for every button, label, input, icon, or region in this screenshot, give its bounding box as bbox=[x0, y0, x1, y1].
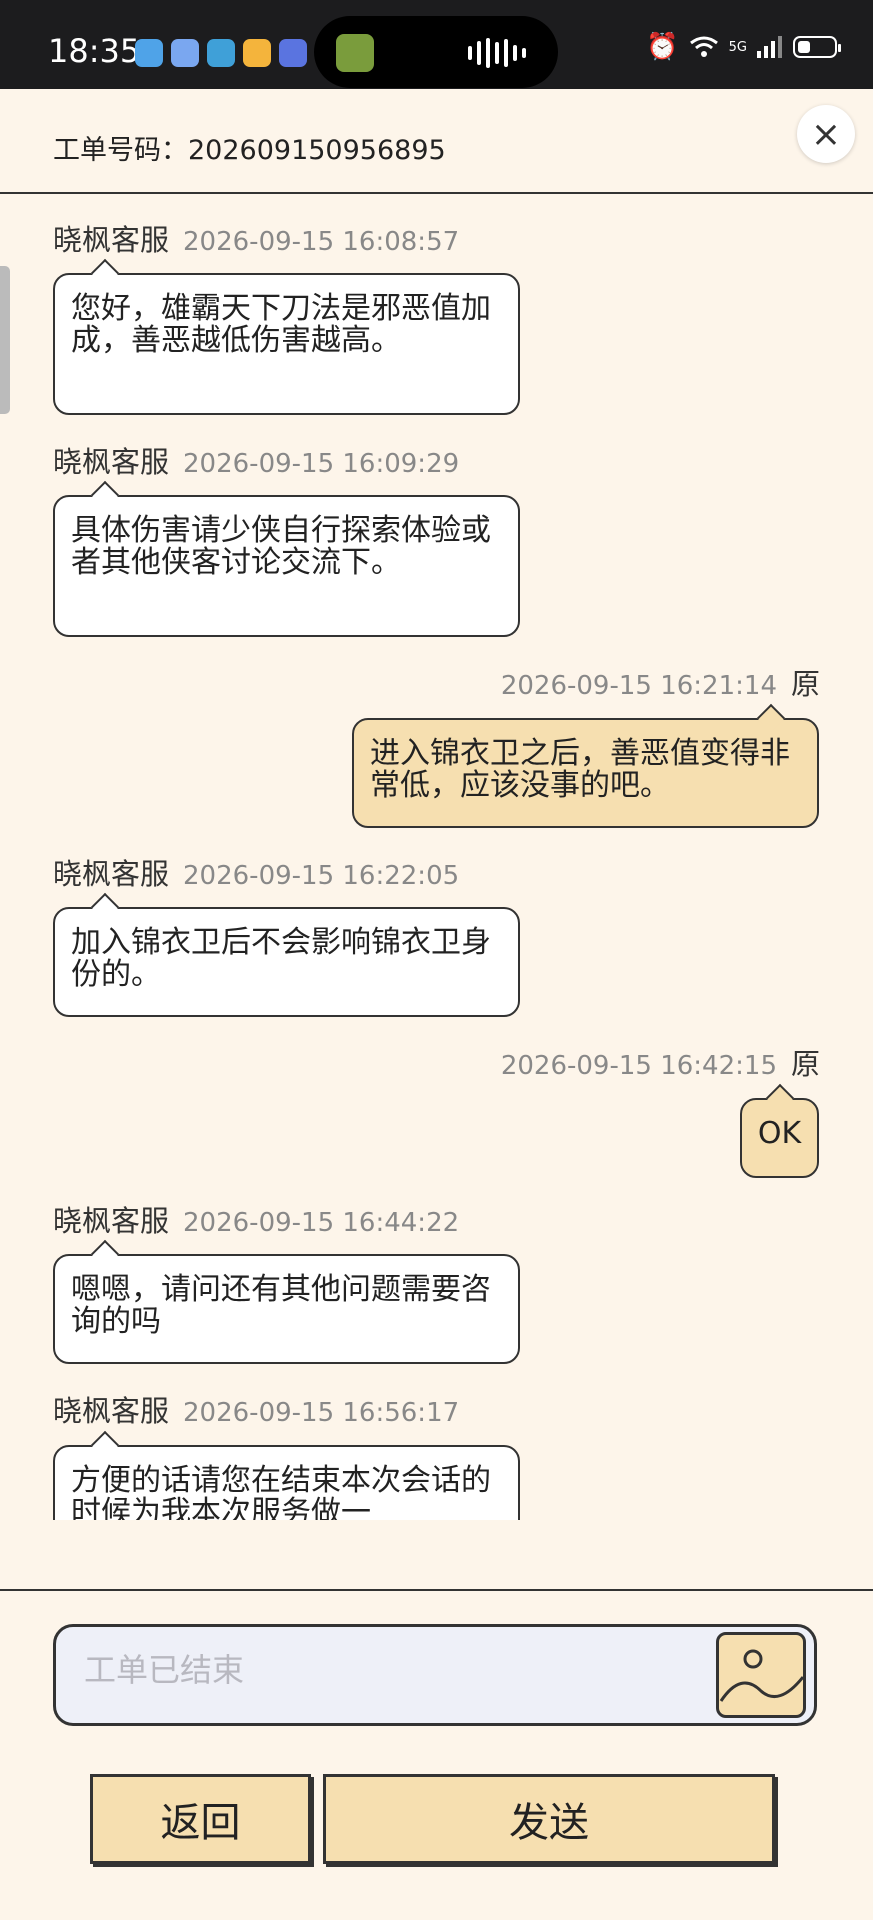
message-text: 加入锦衣卫后不会影响锦衣卫身份的。 bbox=[71, 925, 491, 992]
status-bar: 18:35 ⏰ 5G bbox=[0, 0, 873, 89]
send-button[interactable]: 发送 bbox=[323, 1774, 775, 1864]
message-text: 进入锦衣卫之后，善恶值变得非常低，应该没事的吧。 bbox=[370, 736, 790, 803]
bubble-tail bbox=[90, 1430, 120, 1460]
input-divider bbox=[0, 1589, 873, 1591]
message-bubble: OK bbox=[740, 1083, 819, 1178]
back-button[interactable]: 返回 bbox=[90, 1774, 311, 1864]
wifi-icon bbox=[689, 36, 718, 57]
message-time: 2026-09-15 16:22:05 bbox=[183, 861, 460, 891]
message-item: 晓枫客服 2026-09-15 16:08:57 bbox=[53, 217, 459, 259]
dynamic-island[interactable] bbox=[314, 16, 558, 88]
notification-icons bbox=[135, 39, 307, 67]
message-item: 2026-09-15 16:21:14 原 bbox=[501, 661, 820, 703]
album-art-icon bbox=[336, 34, 374, 72]
message-item: 晓枫客服 2026-09-15 16:22:05 bbox=[53, 851, 459, 893]
app-notification-icon bbox=[279, 39, 307, 67]
alarm-icon: ⏰ bbox=[646, 32, 679, 62]
message-meta: 晓枫客服 2026-09-15 16:08:57 bbox=[53, 217, 459, 259]
message-bubble: 嗯嗯，请问还有其他问题需要咨询的吗 bbox=[53, 1239, 520, 1364]
message-bubble: 具体伤害请少侠自行探索体验或者其他侠客讨论交流下。 bbox=[53, 480, 520, 637]
input-placeholder: 工单已结束 bbox=[84, 1651, 245, 1689]
sender-name: 晓枫客服 bbox=[53, 445, 170, 479]
message-bubble: 进入锦衣卫之后，善恶值变得非常低，应该没事的吧。 bbox=[352, 703, 819, 828]
message-meta: 2026-09-15 16:42:15 原 bbox=[501, 1041, 820, 1083]
ticket-number: 工单号码：202609150956895 bbox=[53, 135, 446, 166]
message-time: 2026-09-15 16:44:22 bbox=[183, 1208, 460, 1238]
bubble-tail bbox=[765, 1083, 795, 1113]
image-upload-button[interactable] bbox=[716, 1632, 806, 1718]
message-item: 晓枫客服 2026-09-15 16:44:22 bbox=[53, 1198, 459, 1240]
close-button[interactable]: × bbox=[797, 105, 855, 163]
message-input[interactable]: 工单已结束 bbox=[53, 1624, 817, 1726]
message-item: 晓枫客服 2026-09-15 16:56:17 bbox=[53, 1388, 459, 1430]
message-text: 具体伤害请少侠自行探索体验或者其他侠客讨论交流下。 bbox=[71, 513, 491, 580]
signal-icon bbox=[757, 36, 782, 58]
system-icons: ⏰ 5G bbox=[646, 32, 841, 62]
message-bubble: 加入锦衣卫后不会影响锦衣卫身份的。 bbox=[53, 892, 520, 1017]
bubble-tail bbox=[90, 258, 120, 288]
audio-wave-icon bbox=[468, 38, 526, 68]
message-time: 2026-09-15 16:21:14 bbox=[500, 671, 777, 701]
sender-name: 原 bbox=[790, 1047, 820, 1081]
sender-name: 晓枫客服 bbox=[53, 1204, 170, 1238]
sender-name: 晓枫客服 bbox=[53, 857, 170, 891]
message-bubble: 您好，雄霸天下刀法是邪恶值加成，善恶越低伤害越高。 bbox=[53, 258, 520, 415]
message-time: 2026-09-15 16:42:15 bbox=[500, 1051, 777, 1081]
message-text: OK bbox=[757, 1116, 802, 1151]
message-meta: 晓枫客服 2026-09-15 16:44:22 bbox=[53, 1198, 459, 1240]
app-notification-icon bbox=[207, 39, 235, 67]
message-meta: 2026-09-15 16:21:14 原 bbox=[501, 661, 820, 703]
message-meta: 晓枫客服 2026-09-15 16:22:05 bbox=[53, 851, 459, 893]
message-time: 2026-09-15 16:09:29 bbox=[183, 449, 460, 479]
network-type: 5G bbox=[728, 39, 747, 55]
bubble-tail bbox=[90, 892, 120, 922]
status-time: 18:35 bbox=[48, 32, 141, 70]
message-item: 晓枫客服 2026-09-15 16:09:29 bbox=[53, 439, 459, 481]
message-bubble: 方便的话请您在结束本次会话的时候为我本次服务做一 bbox=[53, 1430, 520, 1521]
header-divider bbox=[0, 192, 873, 194]
battery-icon bbox=[793, 36, 841, 58]
app-notification-icon bbox=[243, 39, 271, 67]
app-notification-icon bbox=[135, 39, 163, 67]
message-time: 2026-09-15 16:08:57 bbox=[183, 227, 460, 257]
sender-name: 晓枫客服 bbox=[53, 1394, 170, 1428]
message-meta: 晓枫客服 2026-09-15 16:56:17 bbox=[53, 1388, 459, 1430]
sender-name: 晓枫客服 bbox=[53, 223, 170, 257]
message-text: 您好，雄霸天下刀法是邪恶值加成，善恶越低伤害越高。 bbox=[71, 291, 491, 358]
bubble-tail bbox=[756, 703, 786, 733]
message-text: 方便的话请您在结束本次会话的时候为我本次服务做一 bbox=[71, 1463, 491, 1521]
app-notification-icon bbox=[171, 39, 199, 67]
battery-level bbox=[798, 41, 810, 53]
image-icon bbox=[719, 1649, 803, 1702]
sender-name: 原 bbox=[790, 667, 820, 701]
message-item: 2026-09-15 16:42:15 原 bbox=[501, 1041, 820, 1083]
close-icon: × bbox=[810, 113, 842, 155]
message-meta: 晓枫客服 2026-09-15 16:09:29 bbox=[53, 439, 459, 481]
message-text: 嗯嗯，请问还有其他问题需要咨询的吗 bbox=[71, 1272, 491, 1339]
message-time: 2026-09-15 16:56:17 bbox=[183, 1398, 460, 1428]
bubble-tail bbox=[90, 1239, 120, 1269]
chat-list[interactable]: 晓枫客服 2026-09-15 16:08:57 您好，雄霸天下刀法是邪恶值加成，… bbox=[0, 205, 873, 1520]
bubble-tail bbox=[90, 480, 120, 510]
